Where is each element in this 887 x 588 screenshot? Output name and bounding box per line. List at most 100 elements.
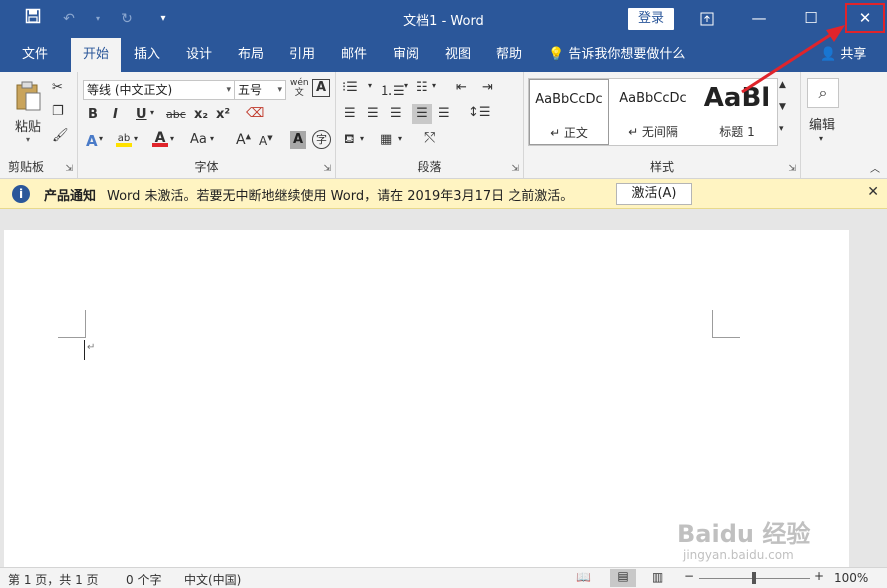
undo-icon[interactable]: ↶ — [58, 8, 80, 30]
paragraph-launcher-icon[interactable]: ⇲ — [511, 164, 519, 174]
tab-mailings[interactable]: 邮件 — [331, 38, 377, 72]
borders-dropdown-icon[interactable]: ▾ — [398, 134, 402, 143]
style-item-normal[interactable]: AaBbCcDc ↵ 正文 — [529, 79, 609, 145]
styles-more-icon[interactable]: ▾ — [779, 124, 784, 134]
format-painter-icon[interactable]: 🖌 — [52, 128, 69, 143]
underline-button[interactable]: U — [136, 107, 147, 122]
zoom-out-button[interactable]: − — [684, 569, 694, 583]
search-icon[interactable]: ⌕ — [807, 78, 839, 108]
tab-design[interactable]: 设计 — [176, 38, 222, 72]
font-name-dropdown[interactable]: 等线 (中文正文) ▾ — [83, 80, 235, 100]
styles-scroll-down-icon[interactable]: ▼ — [779, 102, 786, 112]
underline-dropdown-icon[interactable]: ▾ — [150, 108, 154, 117]
print-layout-icon[interactable]: ▤ — [610, 569, 636, 587]
activate-button[interactable]: 激活(A) — [616, 183, 692, 205]
line-spacing-icon[interactable]: ↕☰ — [468, 105, 491, 120]
tab-layout[interactable]: 布局 — [228, 38, 274, 72]
text-effects-dropdown-icon[interactable]: ▾ — [99, 134, 103, 143]
highlight-color-icon[interactable]: ab — [116, 130, 132, 147]
clipboard-launcher-icon[interactable]: ⇲ — [65, 164, 73, 174]
text-effects-icon[interactable]: A — [86, 132, 98, 150]
clear-formatting-icon[interactable]: ⌫ — [246, 106, 264, 121]
decrease-indent-icon[interactable]: ⇤ — [456, 80, 467, 95]
editing-dropdown-icon[interactable]: ▾ — [819, 134, 823, 143]
align-center-icon[interactable]: ☰ — [367, 106, 379, 121]
italic-button[interactable]: I — [113, 107, 118, 122]
login-button[interactable]: 登录 — [628, 8, 674, 30]
collapse-ribbon-icon[interactable]: ︿ — [870, 160, 880, 175]
close-icon[interactable]: ✕ — [867, 184, 879, 200]
align-right-icon[interactable]: ☰ — [390, 106, 402, 121]
paste-dropdown-icon[interactable]: ▾ — [10, 135, 46, 144]
close-icon[interactable]: ✕ — [845, 3, 885, 33]
read-mode-icon[interactable]: 📖 — [576, 570, 591, 584]
web-layout-icon[interactable]: ▥ — [652, 570, 663, 584]
zoom-slider-thumb[interactable] — [752, 572, 756, 584]
bullets-icon[interactable]: ⁝☰ — [342, 80, 358, 95]
tab-insert[interactable]: 插入 — [124, 38, 170, 72]
paste-button[interactable]: 粘贴 ▾ — [10, 80, 46, 144]
save-icon[interactable] — [22, 8, 44, 30]
numbering-dropdown-icon[interactable]: ▾ — [404, 81, 408, 90]
increase-indent-icon[interactable]: ⇥ — [482, 80, 493, 95]
font-size-dropdown[interactable]: 五号 ▾ — [234, 80, 286, 100]
zoom-in-button[interactable]: + — [814, 569, 824, 583]
font-launcher-icon[interactable]: ⇲ — [323, 164, 331, 174]
highlight-dropdown-icon[interactable]: ▾ — [134, 134, 138, 143]
subscript-button[interactable]: x₂ — [194, 107, 208, 122]
editing-label[interactable]: 编辑 — [809, 114, 835, 133]
copy-icon[interactable]: ❐ — [52, 104, 64, 119]
zoom-level[interactable]: 100% — [834, 571, 868, 585]
tab-help[interactable]: 帮助 — [486, 38, 532, 72]
style-item-no-spacing[interactable]: AaBbCcDc ↵ 无间隔 — [613, 79, 693, 145]
tab-review[interactable]: 审阅 — [383, 38, 429, 72]
change-case-button[interactable]: Aa — [190, 132, 207, 147]
tab-references[interactable]: 引用 — [279, 38, 325, 72]
share-button[interactable]: 👤 共享 — [820, 38, 866, 72]
tab-home[interactable]: 开始 — [71, 38, 121, 72]
tab-view[interactable]: 视图 — [435, 38, 481, 72]
multilevel-list-icon[interactable]: ☷ — [416, 80, 428, 95]
cut-icon[interactable]: ✂ — [52, 80, 63, 95]
justify-icon[interactable]: ☰ — [412, 104, 432, 124]
superscript-button[interactable]: x² — [216, 107, 230, 122]
page-count[interactable]: 第 1 页，共 1 页 — [8, 571, 99, 588]
font-color-icon[interactable]: A — [152, 130, 168, 147]
enclose-characters-button[interactable]: 字 — [312, 130, 331, 149]
styles-launcher-icon[interactable]: ⇲ — [788, 164, 796, 174]
shading-dropdown-icon[interactable]: ▾ — [360, 134, 364, 143]
style-sample: AaBbCcDc — [535, 92, 603, 107]
character-border-button[interactable]: A — [312, 79, 330, 97]
word-count[interactable]: 0 个字 — [126, 571, 161, 588]
phonetic-guide-button[interactable]: wén 文 — [290, 78, 309, 98]
multilevel-dropdown-icon[interactable]: ▾ — [432, 81, 436, 90]
chinese-layout-icon[interactable]: ⤲ — [424, 130, 435, 146]
redo-icon[interactable]: ↻ — [116, 8, 138, 30]
borders-icon[interactable]: ▦ — [380, 132, 392, 147]
distributed-icon[interactable]: ☰ — [438, 106, 450, 121]
vertical-scrollbar[interactable] — [861, 209, 887, 567]
font-color-dropdown-icon[interactable]: ▾ — [170, 134, 174, 143]
customize-qat-icon[interactable]: ▾ — [152, 8, 174, 30]
language-indicator[interactable]: 中文(中国) — [184, 571, 241, 588]
ribbon-tabs: 文件 开始 插入 设计 布局 引用 邮件 审阅 视图 帮助 💡 告诉我你想要做什… — [0, 38, 887, 72]
shrink-font-button[interactable]: A▼ — [259, 134, 273, 148]
tab-file[interactable]: 文件 — [10, 38, 60, 72]
bold-button[interactable]: B — [88, 107, 98, 122]
chevron-down-icon: ▾ — [277, 85, 282, 95]
grow-font-button[interactable]: A▲ — [236, 132, 251, 148]
ribbon-display-options-icon[interactable] — [681, 0, 733, 36]
undo-dropdown-icon[interactable]: ▾ — [94, 8, 102, 30]
styles-scroll-up-icon[interactable]: ▲ — [779, 80, 786, 90]
character-shading-icon[interactable]: A — [290, 131, 306, 149]
tell-me-box[interactable]: 💡 告诉我你想要做什么 — [548, 38, 685, 72]
align-left-icon[interactable]: ☰ — [344, 106, 356, 121]
style-item-heading-1[interactable]: AaBl 标题 1 — [697, 79, 777, 145]
shading-icon[interactable]: ⛾ — [344, 132, 355, 149]
numbering-icon[interactable]: ⒈☰ — [380, 80, 405, 99]
bullets-dropdown-icon[interactable]: ▾ — [368, 81, 372, 90]
minimize-icon[interactable]: — — [733, 0, 785, 36]
maximize-icon[interactable]: ☐ — [785, 0, 837, 36]
strikethrough-button[interactable]: abc — [166, 108, 186, 121]
change-case-dropdown-icon[interactable]: ▾ — [210, 134, 214, 143]
